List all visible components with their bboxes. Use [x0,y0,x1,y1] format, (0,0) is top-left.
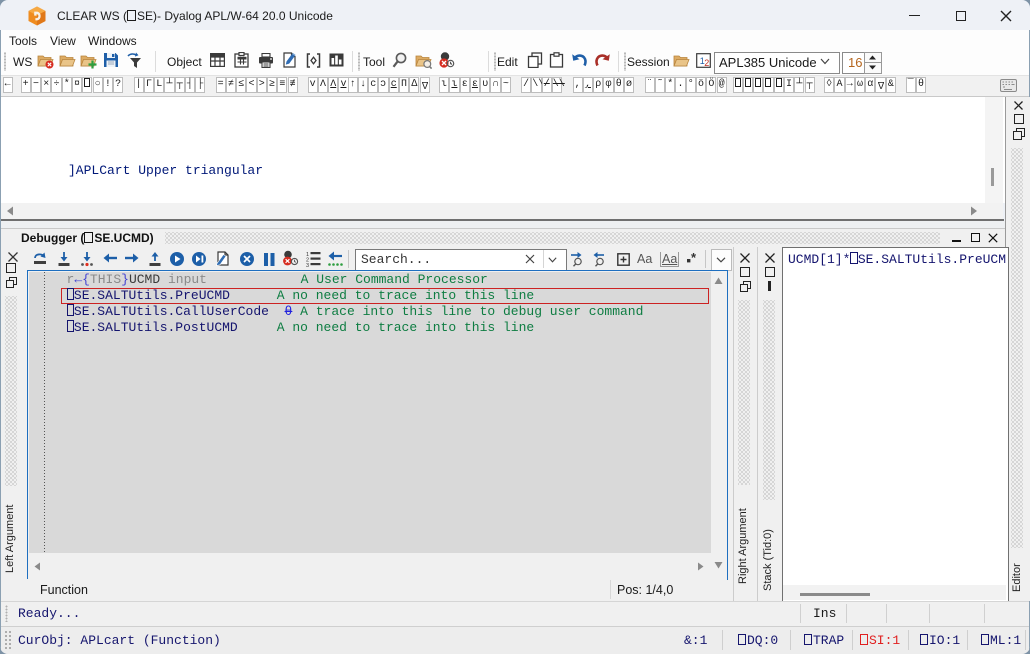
svg-text:*: * [691,251,697,265]
svg-text:3: 3 [306,263,309,268]
svg-text:2: 2 [704,58,709,68]
